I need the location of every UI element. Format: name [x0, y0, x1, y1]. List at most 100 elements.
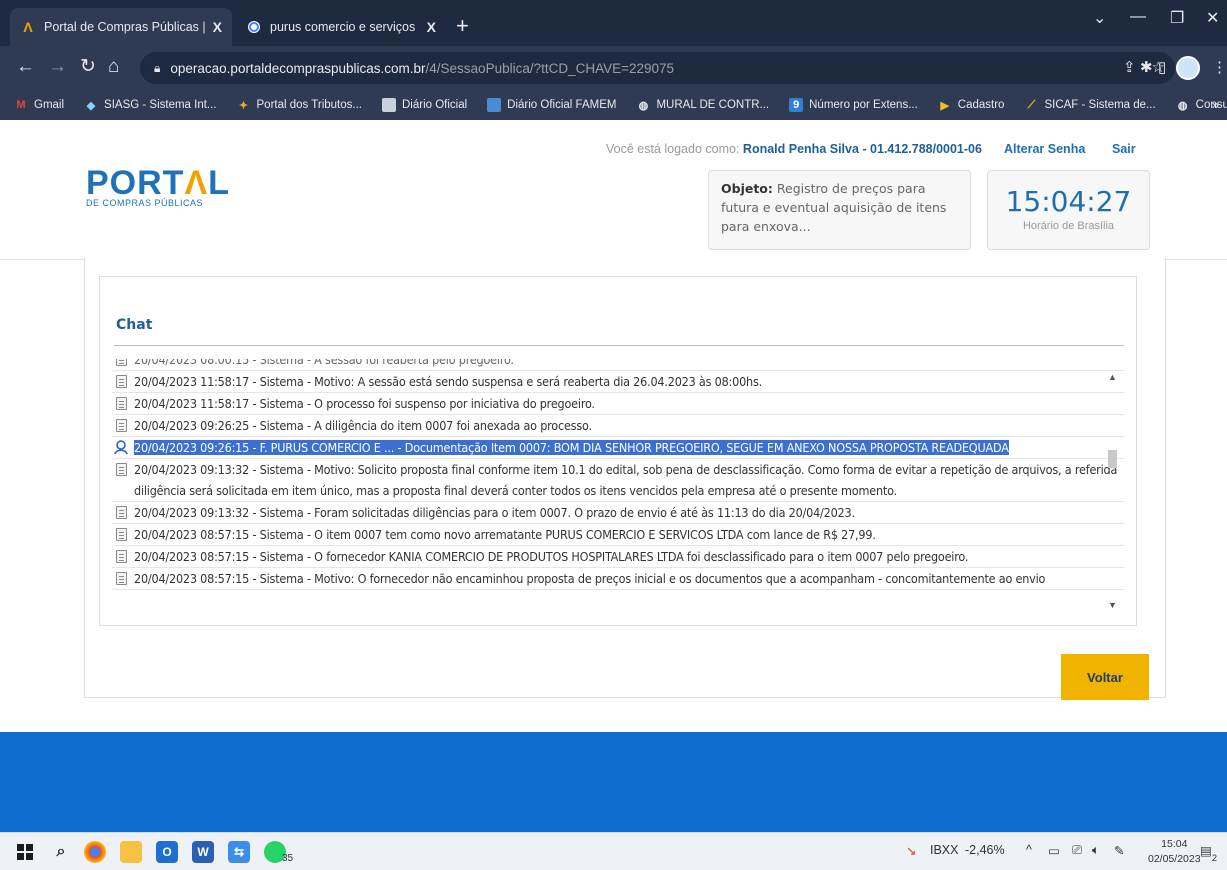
- profile-avatar[interactable]: [1176, 56, 1200, 80]
- tab-google-search[interactable]: purus comercio e serviços ltda - X: [236, 8, 446, 46]
- close-tab-icon[interactable]: X: [213, 19, 222, 35]
- bookmark-cadastro[interactable]: ▶ Cadastro: [938, 98, 1005, 112]
- whatsapp-badge: 35: [282, 853, 294, 864]
- reload-icon[interactable]: ↻: [80, 56, 96, 78]
- system-date: 02/05/2023: [1148, 853, 1201, 865]
- cadastro-icon: ▶: [940, 99, 950, 112]
- system-message-icon: [116, 419, 127, 432]
- tab-strip: Λ Portal de Compras Públicas | Ses X pur…: [0, 0, 1227, 46]
- objeto-box: Objeto: Registro de preços para futura e…: [708, 170, 971, 250]
- tab-search-icon[interactable]: ⌄: [1093, 8, 1106, 28]
- scroll-thumb[interactable]: [1108, 450, 1117, 468]
- file-explorer-icon[interactable]: [120, 841, 142, 863]
- extensions-icon[interactable]: ✱: [1140, 58, 1153, 76]
- scroll-down-arrow-icon[interactable]: ▼: [1108, 600, 1117, 610]
- globe-icon: ◍: [638, 99, 649, 112]
- url-host: operacao.portaldecompraspublicas.com.br: [170, 60, 426, 76]
- pen-icon[interactable]: ✎: [1114, 843, 1124, 858]
- windows-start-icon[interactable]: [14, 841, 36, 863]
- lock-icon: 🔒︎: [154, 60, 161, 75]
- outlook-icon[interactable]: O: [156, 841, 178, 863]
- network-icon[interactable]: ⎚: [1072, 843, 1082, 858]
- logo-subtitle: DE COMPRAS PÚBLICAS: [86, 198, 204, 208]
- back-arrow-icon[interactable]: ←: [16, 56, 35, 78]
- ticker-name[interactable]: IBXX: [930, 843, 959, 857]
- diario-icon: [381, 98, 396, 112]
- system-message-icon: [116, 572, 127, 585]
- bookmark-portal-tributos[interactable]: ✦ Portal dos Tributos...: [237, 98, 362, 112]
- chrome-icon[interactable]: [84, 841, 106, 863]
- site-header: PORTΛL DE COMPRAS PÚBLICAS Você está log…: [0, 120, 1227, 260]
- chat-title: Chat: [116, 317, 153, 333]
- home-icon[interactable]: ⌂: [108, 56, 119, 78]
- sicaf-icon: ⟋: [1027, 98, 1036, 111]
- logout-link[interactable]: Sair: [1112, 142, 1136, 156]
- ticker-value: -2,46%: [965, 843, 1005, 857]
- numero-icon: 9: [789, 98, 804, 112]
- bookmark-diario-famem[interactable]: Diário Oficial FAMEM: [487, 98, 616, 112]
- site-footer: [0, 732, 1227, 832]
- bookmark-gmail[interactable]: M Gmail: [14, 98, 64, 112]
- address-bar[interactable]: 🔒︎ operacao.portaldecompraspublicas.com.…: [140, 52, 1175, 84]
- chat-message: 20/04/2023 09:13:32 - Sistema - Motivo: …: [112, 459, 1124, 502]
- login-info: Você está logado como: Ronald Penha Silv…: [606, 142, 982, 156]
- tray-overflow-icon[interactable]: ^: [1026, 843, 1032, 857]
- notifications-count: 2: [1212, 853, 1218, 863]
- chat-message-list[interactable]: 20/04/2023 08:00:15 - Sistema - A sessão…: [112, 359, 1124, 617]
- system-message-icon: [116, 397, 127, 410]
- volume-icon[interactable]: 🔈︎: [1092, 843, 1100, 858]
- word-icon[interactable]: W: [192, 841, 214, 863]
- portal-favicon-icon: Λ: [23, 19, 33, 35]
- bookmark-siasg[interactable]: ◆ SIASG - Sistema Int...: [84, 98, 217, 112]
- system-message-icon: [116, 375, 127, 388]
- system-clock[interactable]: 15:04 02/05/2023: [1148, 837, 1201, 867]
- scroll-up-arrow-icon[interactable]: ▲: [1108, 372, 1117, 382]
- change-password-link[interactable]: Alterar Senha: [1004, 142, 1085, 156]
- clock-time: 15:04:27: [1005, 185, 1132, 218]
- menu-icon[interactable]: ⋮: [1212, 58, 1227, 76]
- tab-portal-compras[interactable]: Λ Portal de Compras Públicas | Ses X: [10, 8, 232, 46]
- tab-title: purus comercio e serviços ltda -: [270, 20, 419, 34]
- clock-box: 15:04:27 Horário de Brasília: [987, 170, 1150, 250]
- bookmarks-bar: M Gmail ◆ SIASG - Sistema Int... ✦ Portal d…: [0, 90, 1227, 120]
- stock-trend-icon: ↘: [906, 844, 917, 858]
- bookmark-sicaf[interactable]: ⟋ SICAF - Sistema de...: [1024, 98, 1156, 112]
- search-icon[interactable]: ⌕: [50, 841, 72, 863]
- bookmark-consulta-optantes[interactable]: ◍Consulta Optantes...: [1176, 98, 1227, 112]
- browser-toolbar: ← → ↻ ⌂ 🔒︎ operacao.portaldecompraspubli…: [0, 46, 1227, 90]
- windows-taskbar: ⌕ O W ⇆ 35 ↘ IBXX -2,46% ^ ▭ ⎚ 🔈︎ ✎ 15:0…: [0, 832, 1227, 870]
- chat-message: 20/04/2023 09:13:32 - Sistema - Foram so…: [112, 502, 1124, 524]
- chat-message: 20/04/2023 08:00:15 - Sistema - A sessão…: [112, 359, 1124, 371]
- clock-zone: Horário de Brasília: [1022, 220, 1115, 232]
- share-icon[interactable]: ⇪: [1123, 58, 1136, 76]
- new-tab-button[interactable]: +: [456, 12, 469, 40]
- forward-arrow-icon[interactable]: →: [48, 56, 67, 78]
- logged-user: Ronald Penha Silva - 01.412.788/0001-06: [742, 142, 982, 156]
- bookmark-mural-contr[interactable]: ◍ MURAL DE CONTR...: [636, 98, 769, 112]
- close-window-icon[interactable]: ✕: [1206, 8, 1219, 28]
- side-panel-icon[interactable]: ▯: [1158, 58, 1166, 76]
- chat-message: 20/04/2023 11:58:17 - Sistema - Motivo: …: [112, 371, 1124, 393]
- bookmark-diario-oficial[interactable]: Diário Oficial: [381, 98, 467, 112]
- minimize-icon[interactable]: —: [1130, 8, 1146, 26]
- user-message-icon: [113, 439, 129, 455]
- remote-app-icon[interactable]: ⇆: [228, 841, 250, 863]
- chat-message: 20/04/2023 08:57:15 - Sistema - O fornec…: [112, 546, 1124, 568]
- url-path: /4/SessaoPublica/?ttCD_CHAVE=229075: [425, 60, 675, 76]
- system-message-icon: [116, 359, 127, 366]
- voltar-button[interactable]: Voltar: [1061, 654, 1149, 700]
- restore-icon[interactable]: ❐: [1170, 8, 1184, 28]
- tributos-icon: ✦: [238, 99, 249, 112]
- chat-message: 20/04/2023 09:26:25 - Sistema - A diligê…: [112, 415, 1124, 437]
- globe-icon: ◍: [1177, 99, 1188, 112]
- chat-panel: Chat 20/04/2023 08:00:15 - Sistema - A s…: [99, 276, 1137, 626]
- tab-title: Portal de Compras Públicas | Ses: [44, 20, 205, 34]
- siasg-icon: ◆: [86, 99, 96, 112]
- chat-scrollbar[interactable]: ▲ ▼: [1105, 372, 1119, 612]
- system-message-icon: [116, 528, 127, 541]
- keyboard-icon[interactable]: ▭: [1048, 843, 1060, 858]
- close-tab-icon[interactable]: X: [427, 19, 436, 35]
- notifications-icon[interactable]: ▤: [1200, 843, 1212, 858]
- bookmark-numero-extenso[interactable]: 9 Número por Extens...: [789, 98, 918, 112]
- bookmarks-more-icon[interactable]: »: [1212, 97, 1219, 112]
